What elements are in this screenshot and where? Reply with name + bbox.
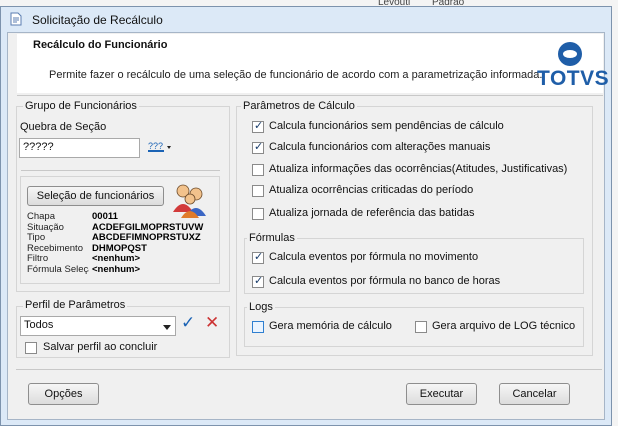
info-key: Situação xyxy=(27,221,64,233)
perfil-parametros-title: Perfil de Parâmetros xyxy=(23,299,128,311)
formulas-title: Fórmulas xyxy=(247,232,297,244)
parametro-option-label: Atualiza informações das ocorrências(Ati… xyxy=(269,163,568,175)
footer-divider xyxy=(16,369,602,370)
parametro-option-checkbox[interactable] xyxy=(252,164,264,176)
formula-option-checkbox[interactable] xyxy=(252,274,264,288)
salvar-perfil-checkbox[interactable] xyxy=(25,342,37,354)
info-key: Fórmula Seleção xyxy=(27,263,89,275)
info-value: ABCDEFIMNOPRSTUXZ xyxy=(92,232,201,243)
perfil-select-value: Todos xyxy=(24,319,54,331)
grupo-funcionarios-title: Grupo de Funcionários xyxy=(23,100,139,112)
parametro-option-label: Atualiza ocorrências criticadas do perío… xyxy=(269,184,474,196)
info-value: ACDEFGILMOPRSTUVW xyxy=(92,221,204,233)
cancel-button[interactable]: Cancelar xyxy=(499,383,570,405)
quebra-secao-label: Quebra de Seção xyxy=(20,121,107,133)
grupo-separator xyxy=(21,170,220,171)
logs-title: Logs xyxy=(247,301,275,313)
parametros-calculo-title: Parâmetros de Cálculo xyxy=(241,100,357,112)
info-key: Chapa xyxy=(27,211,55,222)
confirm-check-icon[interactable]: ✓ xyxy=(181,313,195,333)
parametro-option-checkbox[interactable] xyxy=(252,185,264,197)
quebra-secao-input[interactable]: ????? xyxy=(19,138,140,158)
select-employees-button[interactable]: Seleção de funcionários xyxy=(27,186,164,206)
perfil-select[interactable]: Todos xyxy=(20,316,176,336)
delete-x-icon[interactable]: ✕ xyxy=(205,313,219,333)
info-key: Recebimento xyxy=(27,242,83,254)
log-option-label: Gera arquivo de LOG técnico xyxy=(432,320,576,332)
document-icon xyxy=(10,12,22,26)
parametro-option-label: Calcula funcionários sem pendências de c… xyxy=(269,120,504,132)
window-title: Solicitação de Recálculo xyxy=(32,13,163,27)
parametro-option-label: Calcula funcionários com alterações manu… xyxy=(269,141,491,153)
mask-picker-icon: ??? xyxy=(148,141,171,152)
info-value: <nenhum> xyxy=(92,263,141,275)
parametro-option-checkbox[interactable] xyxy=(252,208,264,220)
header-description: Permite fazer o recálculo de uma seleção… xyxy=(49,69,543,81)
log-option-label: Gera memória de cálculo xyxy=(269,320,392,332)
formula-option-checkbox[interactable] xyxy=(252,250,264,264)
header-title: Recálculo do Funcionário xyxy=(33,39,168,51)
chevron-down-icon xyxy=(163,322,171,334)
info-key: Filtro xyxy=(27,253,49,264)
info-value: 00011 xyxy=(92,211,118,222)
svg-text:???: ??? xyxy=(148,141,163,151)
formula-option-label: Calcula eventos por fórmula no banco de … xyxy=(269,275,501,287)
parametro-option-label: Atualiza jornada de referência das batid… xyxy=(269,207,475,219)
execute-button[interactable]: Executar xyxy=(406,383,477,405)
options-button[interactable]: Opções xyxy=(28,383,99,405)
info-key: Tipo xyxy=(27,232,46,243)
brand-logo: TOTVS xyxy=(537,67,610,90)
mask-picker-button[interactable]: ??? xyxy=(148,140,172,157)
totvs-logo-icon xyxy=(558,42,582,66)
log-option-checkbox[interactable] xyxy=(415,321,427,333)
info-value: DHMOPQST xyxy=(92,242,147,254)
salvar-perfil-label: Salvar perfil ao concluir xyxy=(43,341,158,353)
parametro-option-checkbox[interactable] xyxy=(252,140,264,154)
info-value: <nenhum> xyxy=(92,253,141,264)
log-option-checkbox[interactable] xyxy=(252,321,264,333)
parametro-option-checkbox[interactable] xyxy=(252,119,264,133)
formula-option-label: Calcula eventos por fórmula no movimento xyxy=(269,251,479,263)
header-divider xyxy=(17,95,603,96)
